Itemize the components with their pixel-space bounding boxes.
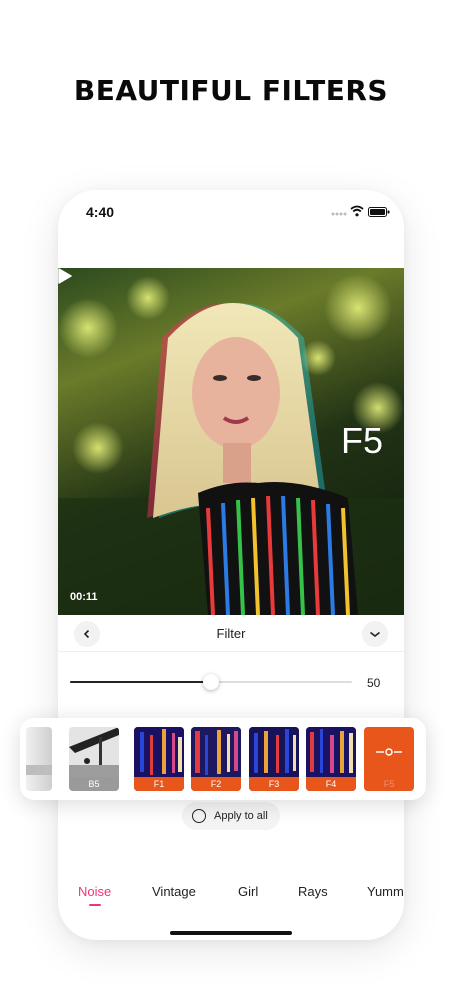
filter-toolbar: Filter	[58, 616, 404, 652]
headline: BEAUTIFUL FILTERS	[73, 74, 389, 107]
apply-to-all-radio[interactable]	[192, 809, 206, 823]
category-girl[interactable]: Girl	[238, 884, 258, 899]
status-time: 4:40	[86, 204, 115, 220]
filter-thumb[interactable]: F2	[191, 727, 241, 791]
signal-icon	[331, 212, 347, 216]
filter-thumb-label: F3	[249, 777, 299, 791]
category-yummy[interactable]: Yummy	[367, 884, 404, 899]
filter-thumb[interactable]: F4	[306, 727, 356, 791]
thumb-art	[249, 727, 299, 777]
slider-value: 50	[367, 676, 381, 690]
thumb-art	[191, 727, 241, 777]
filter-thumb-label: F5	[364, 777, 414, 791]
photo-preview[interactable]: F5 00:11	[58, 268, 404, 615]
active-category-indicator	[89, 904, 101, 906]
category-noise[interactable]: Noise	[78, 884, 111, 899]
filter-thumb-label: F2	[191, 777, 241, 791]
filter-thumb[interactable]: B5	[69, 727, 119, 791]
chevron-down-icon	[370, 631, 380, 638]
slider-thumb[interactable]	[203, 674, 219, 690]
phone-frame: 4:40 F5 00:11 Filter 50 Apply to all Noi…	[58, 190, 404, 940]
confirm-button[interactable]	[362, 621, 388, 647]
filter-name-badge: F5	[341, 420, 384, 461]
filter-thumb-selected[interactable]: F5	[364, 727, 414, 791]
thumb-art	[134, 727, 184, 777]
thumb-art	[69, 727, 119, 777]
filter-thumb-label: F4	[306, 777, 356, 791]
toolbar-title: Filter	[216, 626, 246, 641]
filter-thumb[interactable]: F1	[134, 727, 184, 791]
thumb-art	[306, 727, 356, 777]
apply-to-all-label: Apply to all	[214, 810, 268, 822]
apply-to-all-toggle[interactable]: Apply to all	[182, 802, 280, 830]
video-time: 00:11	[70, 591, 98, 603]
filter-categories: Noise Vintage Girl Rays Yummy	[58, 884, 404, 914]
slider-fill	[70, 681, 211, 683]
filter-thumb[interactable]	[26, 727, 52, 791]
wifi-icon	[350, 205, 364, 217]
thumb-art	[26, 765, 52, 775]
status-bar: 4:40	[58, 190, 404, 234]
filter-strip: B5 F1 F2 F3 F4 F5	[20, 718, 426, 800]
category-rays[interactable]: Rays	[298, 884, 328, 899]
category-vintage[interactable]: Vintage	[152, 884, 196, 899]
intensity-slider[interactable]	[70, 674, 352, 690]
slider-settings-icon	[376, 748, 402, 756]
battery-icon	[368, 207, 390, 217]
play-icon[interactable]	[58, 268, 72, 284]
filter-thumb-label: B5	[69, 777, 119, 791]
home-indicator	[170, 931, 292, 935]
filter-thumb-label: F1	[134, 777, 184, 791]
filter-thumb[interactable]: F3	[249, 727, 299, 791]
